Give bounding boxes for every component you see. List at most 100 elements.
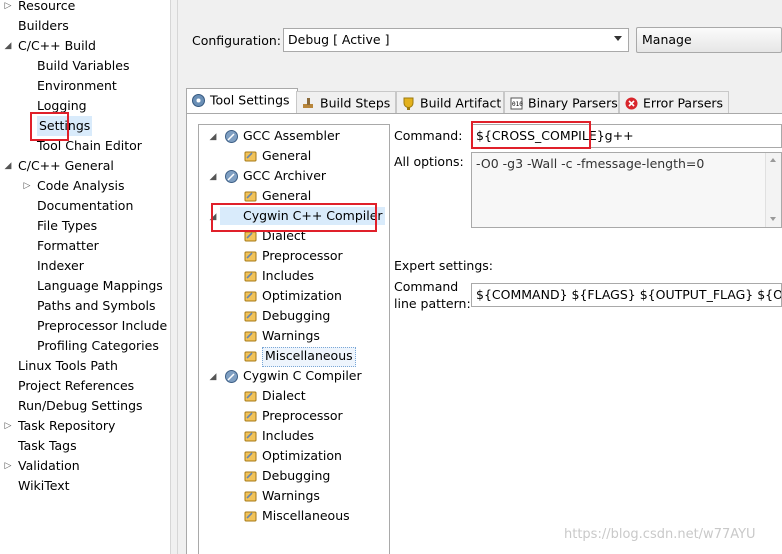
option-node-optimization[interactable]: Optimization	[262, 447, 342, 465]
nav-item-resource[interactable]: Resource	[18, 0, 75, 16]
nav-item-documentation[interactable]: Documentation	[37, 196, 133, 216]
nav-item-formatter[interactable]: Formatter	[37, 236, 99, 256]
nav-item-task-tags[interactable]: Task Tags	[18, 436, 77, 456]
configuration-value: Debug [ Active ]	[288, 32, 390, 47]
pattern-label-line2: line pattern:	[394, 296, 471, 311]
watermark: https://blog.csdn.net/w77AYU	[564, 527, 756, 542]
tree-expanded-icon[interactable]: ◢	[208, 172, 218, 182]
tree-expanded-icon[interactable]: ◢	[208, 372, 218, 382]
command-label: Command:	[394, 128, 463, 143]
option-node-optimization[interactable]: Optimization	[262, 287, 342, 305]
nav-item-code-analysis[interactable]: Code Analysis	[37, 176, 124, 196]
configuration-label: Configuration:	[192, 33, 281, 48]
tree-collapsed-icon[interactable]: ▷	[3, 461, 13, 471]
nav-item-wikitext[interactable]: WikiText	[18, 476, 70, 496]
configuration-select[interactable]: Debug [ Active ]	[283, 28, 629, 52]
nav-item-linux-tools-path[interactable]: Linux Tools Path	[18, 356, 118, 376]
option-node-miscellaneous[interactable]: Miscellaneous	[262, 507, 350, 525]
all-options-label: All options:	[394, 154, 464, 169]
nav-item-project-references[interactable]: Project References	[18, 376, 134, 396]
chevron-down-icon	[614, 36, 622, 41]
tab-label: Tool Settings	[210, 92, 290, 108]
nav-item-paths-and-symbols[interactable]: Paths and Symbols	[37, 296, 156, 316]
tree-collapsed-icon[interactable]: ▷	[3, 1, 13, 11]
nav-item-language-mappings[interactable]: Language Mappings	[37, 276, 163, 296]
nav-item-profiling-categories[interactable]: Profiling Categories	[37, 336, 159, 356]
option-node-debugging[interactable]: Debugging	[262, 307, 330, 325]
settings-highlight-box	[30, 112, 69, 141]
option-category-icon	[243, 469, 258, 484]
option-node-debugging[interactable]: Debugging	[262, 467, 330, 485]
option-node-general[interactable]: General	[262, 147, 311, 165]
tree-collapsed-icon[interactable]: ▷	[22, 181, 32, 191]
tree-expanded-icon[interactable]: ◢	[3, 161, 13, 171]
sash-divider[interactable]	[170, 0, 178, 554]
option-category-icon	[243, 149, 258, 164]
options-scrollbar[interactable]	[765, 153, 781, 227]
property-nav-tree: ▷ Resource Builders ◢ C/C++ Build Build Varia…	[0, 0, 170, 554]
option-category-icon	[243, 489, 258, 504]
option-category-icon	[243, 269, 258, 284]
option-node-includes[interactable]: Includes	[262, 427, 314, 445]
option-category-icon	[243, 289, 258, 304]
tool-node-gcc-assembler[interactable]: GCC Assembler	[243, 127, 340, 145]
tree-collapsed-icon[interactable]: ▷	[3, 421, 13, 431]
tab-label: Build Artifact	[420, 95, 502, 111]
binary-parsers-icon: 010	[509, 96, 524, 111]
option-node-dialect[interactable]: Dialect	[262, 387, 306, 405]
nav-item-validation[interactable]: Validation	[18, 456, 80, 476]
tab-binary-parsers[interactable]: 010 Binary Parsers	[504, 91, 619, 113]
nav-item-environment[interactable]: Environment	[37, 76, 117, 96]
tab-build-artifact[interactable]: Build Artifact	[396, 91, 504, 113]
error-parsers-icon	[624, 96, 639, 111]
nav-item-indexer[interactable]: Indexer	[37, 256, 84, 276]
nav-item-run-debug-settings[interactable]: Run/Debug Settings	[18, 396, 143, 416]
option-node-miscellaneous[interactable]: Miscellaneous	[262, 347, 356, 367]
tab-error-parsers[interactable]: Error Parsers	[619, 91, 729, 113]
tab-build-steps[interactable]: Build Steps	[296, 91, 396, 113]
tab-label: Build Steps	[320, 95, 391, 111]
option-category-icon	[243, 429, 258, 444]
tool-icon	[224, 369, 239, 384]
svg-text:010: 010	[512, 101, 523, 108]
all-options-value: -O0 -g3 -Wall -c -fmessage-length=0	[476, 156, 705, 171]
option-node-includes[interactable]: Includes	[262, 267, 314, 285]
nav-item-c-c-general[interactable]: C/C++ General	[18, 156, 114, 176]
option-category-icon	[243, 349, 258, 364]
cygwin-compiler-highlight-box	[211, 203, 377, 232]
expert-settings-label: Expert settings:	[394, 258, 493, 273]
tool-icon	[224, 129, 239, 144]
option-node-warnings[interactable]: Warnings	[262, 327, 320, 345]
nav-item-preprocessor-include[interactable]: Preprocessor Include	[37, 316, 167, 336]
manage-configurations-button[interactable]: Manage Configurations...	[636, 27, 782, 53]
nav-item-builders[interactable]: Builders	[18, 16, 69, 36]
tool-node-cygwin-c-compiler[interactable]: Cygwin C Compiler	[243, 367, 362, 385]
option-node-preprocessor[interactable]: Preprocessor	[262, 407, 343, 425]
tree-expanded-icon[interactable]: ◢	[208, 132, 218, 142]
build-steps-icon	[301, 96, 316, 111]
command-line-pattern-value: ${COMMAND} ${FLAGS} ${OUTPUT_FLAG} ${OUT…	[476, 287, 782, 302]
all-options-field[interactable]: -O0 -g3 -Wall -c -fmessage-length=0	[471, 152, 782, 228]
option-category-icon	[243, 389, 258, 404]
nav-item-task-repository[interactable]: Task Repository	[18, 416, 115, 436]
option-category-icon	[243, 409, 258, 424]
command-line-pattern-field[interactable]: ${COMMAND} ${FLAGS} ${OUTPUT_FLAG} ${OUT…	[471, 283, 782, 307]
option-category-icon	[243, 329, 258, 344]
tree-expanded-icon[interactable]: ◢	[3, 41, 13, 51]
option-node-preprocessor[interactable]: Preprocessor	[262, 247, 343, 265]
pattern-label-line1: Command	[394, 279, 459, 294]
build-artifact-icon	[401, 96, 416, 111]
option-node-warnings[interactable]: Warnings	[262, 487, 320, 505]
tool-icon	[224, 169, 239, 184]
tool-node-gcc-archiver[interactable]: GCC Archiver	[243, 167, 326, 185]
scroll-up-icon[interactable]	[770, 158, 776, 162]
cross-compile-highlight-box	[471, 121, 591, 149]
option-category-icon	[243, 309, 258, 324]
nav-item-c-c-build[interactable]: C/C++ Build	[18, 36, 96, 56]
tab-label: Binary Parsers	[528, 95, 618, 111]
nav-item-build-variables[interactable]: Build Variables	[37, 56, 129, 76]
option-category-icon	[243, 449, 258, 464]
nav-item-file-types[interactable]: File Types	[37, 216, 97, 236]
scroll-down-icon[interactable]	[770, 217, 776, 221]
tab-tool-settings[interactable]: Tool Settings	[186, 88, 298, 114]
